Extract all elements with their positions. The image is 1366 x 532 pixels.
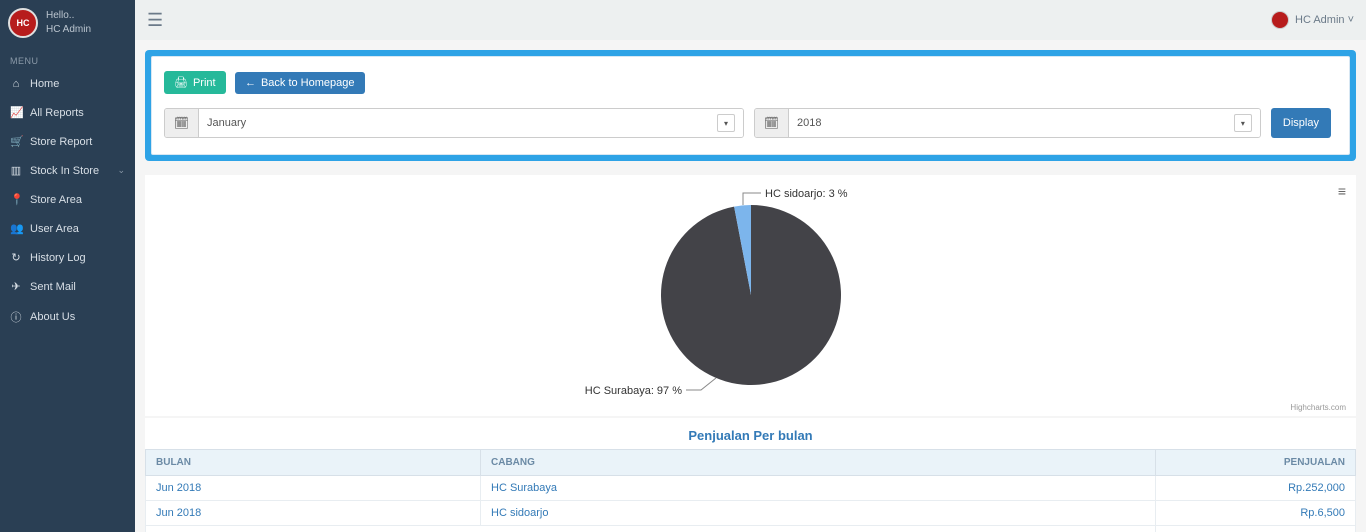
sidebar-item-store-report[interactable]: 🛒 Store Report [0,127,135,156]
back-button[interactable]: ← Back to Homepage [235,72,365,94]
pin-icon: 📍 [10,193,22,206]
chevron-down-icon: ⌄ [117,165,125,176]
sidebar-item-sent-mail[interactable]: ✈ Sent Mail [0,272,135,301]
sidebar-item-label: All Reports [30,107,84,119]
table-panel: Penjualan Per bulan BULAN CABANG PENJUAL… [145,418,1356,532]
sidebar-item-label: Stock In Store [30,165,99,177]
sidebar-item-user-area[interactable]: 👥 User Area [0,214,135,243]
print-icon: 🖨 [174,76,188,89]
sidebar-item-label: Sent Mail [30,281,76,293]
cell-penjualan: Rp.6,500 [1156,501,1356,526]
leader-line-large [686,378,716,390]
filter-inner: 🖨 Print ← Back to Homepage 🗓 January ▾ 🗓 2… [151,56,1350,155]
sidebar-item-label: About Us [30,311,75,323]
pie-label-small: HC sidoarjo: 3 % [765,188,848,200]
sidebar-item-label: Store Report [30,136,92,148]
chevron-down-icon: ▾ [717,114,735,132]
pie-chart: HC sidoarjo: 3 % HC Surabaya: 97 % [155,185,1346,410]
display-button[interactable]: Display [1271,108,1331,138]
print-button[interactable]: 🖨 Print [164,71,226,94]
table-row: Jun 2018 HC sidoarjo Rp.6,500 [146,501,1356,526]
avatar-small [1271,11,1289,29]
chart-icon: 📈 [10,106,22,119]
display-label: Display [1283,117,1319,129]
total-value: Rp.258500 [1156,526,1356,532]
table-row: Jun 2018 HC Surabaya Rp.252,000 [146,476,1356,501]
cell-cabang: HC Surabaya [481,476,1156,501]
print-label: Print [193,77,216,89]
cart-icon: 🛒 [10,135,22,148]
avatar: HC [8,8,38,38]
sidebar-item-stock-in-store[interactable]: ▥ Stock In Store ⌄ [0,156,135,185]
sidebar-item-history-log[interactable]: ↻ History Log [0,243,135,272]
table-title: Penjualan Per bulan [145,424,1356,449]
month-select[interactable]: January ▾ [199,109,743,137]
greeting-block: Hello.. HC Admin [46,9,91,37]
sidebar-item-store-area[interactable]: 📍 Store Area [0,185,135,214]
month-select-group: 🗓 January ▾ [164,108,744,138]
pie-label-large: HC Surabaya: 97 % [584,385,681,397]
users-icon: 👥 [10,222,22,235]
calendar-icon: 🗓 [755,109,789,137]
sidebar-item-all-reports[interactable]: 📈 All Reports [0,98,135,127]
cell-penjualan: Rp.252,000 [1156,476,1356,501]
th-cabang: CABANG [481,450,1156,476]
total-label: TOTAL [146,526,1156,532]
cell-cabang: HC sidoarjo [481,501,1156,526]
sidebar: HC Hello.. HC Admin MENU ⌂ Home 📈 All Repo… [0,0,135,532]
hamburger-icon[interactable]: ☰ [147,10,163,31]
top-bar: ☰ HC Admin ˅ [135,0,1366,40]
arrow-left-icon: ← [245,77,256,89]
content: 🖨 Print ← Back to Homepage 🗓 January ▾ 🗓 2… [135,40,1366,532]
calendar-icon: 🗓 [165,109,199,137]
sidebar-item-label: User Area [30,223,79,235]
user-dropdown[interactable]: HC Admin ˅ [1271,11,1354,29]
sidebar-item-label: History Log [30,252,86,264]
month-value: January [207,117,246,129]
year-select[interactable]: 2018 ▾ [789,109,1260,137]
user-name: HC Admin [46,23,91,37]
year-select-group: 🗓 2018 ▾ [754,108,1261,138]
filter-row: 🗓 January ▾ 🗓 2018 ▾ Display [164,108,1337,138]
history-icon: ↻ [10,251,22,264]
sidebar-item-label: Home [30,78,59,90]
greeting: Hello.. [46,9,91,23]
menu-label: MENU [0,50,135,70]
pie-svg: HC sidoarjo: 3 % HC Surabaya: 97 % [401,185,1101,410]
sidebar-header: HC Hello.. HC Admin [0,0,135,50]
filter-panel: 🖨 Print ← Back to Homepage 🗓 January ▾ 🗓 2… [145,50,1356,161]
info-icon: ⓘ [10,309,22,325]
back-label: Back to Homepage [261,77,355,89]
plane-icon: ✈ [10,280,22,293]
chart-panel: ≡ HC sidoarjo: 3 % HC Surabaya: 97 % Hig… [145,175,1356,416]
leader-line-small [743,193,761,205]
barcode-icon: ▥ [10,164,22,177]
th-penjualan: PENJUALAN [1156,450,1356,476]
year-value: 2018 [797,117,821,129]
home-icon: ⌂ [10,78,22,90]
table-total-row: TOTAL Rp.258500 [146,526,1356,532]
sales-table: BULAN CABANG PENJUALAN Jun 2018 HC Surab… [145,449,1356,532]
cell-bulan: Jun 2018 [146,476,481,501]
sidebar-item-home[interactable]: ⌂ Home [0,70,135,98]
chevron-down-icon: ▾ [1234,114,1252,132]
th-bulan: BULAN [146,450,481,476]
chart-credit: Highcharts.com [1290,403,1346,412]
user-dropdown-label: HC Admin ˅ [1295,14,1354,26]
sidebar-item-label: Store Area [30,194,82,206]
sidebar-item-about-us[interactable]: ⓘ About Us [0,301,135,333]
cell-bulan: Jun 2018 [146,501,481,526]
